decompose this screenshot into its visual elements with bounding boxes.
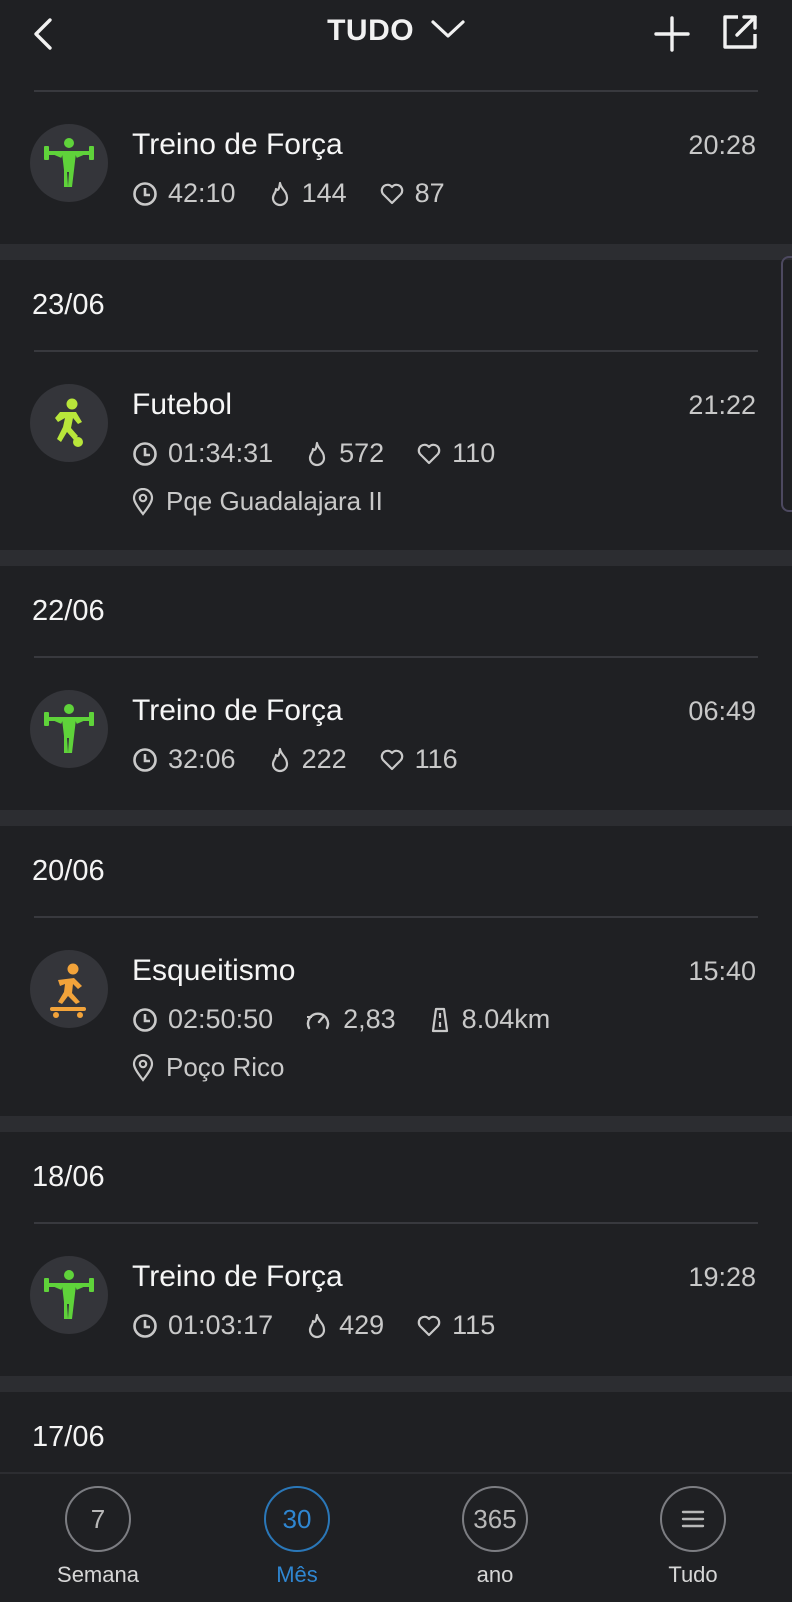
tab-year[interactable]: 365 ano: [425, 1486, 565, 1588]
workout-entry[interactable]: Esqueitismo 15:40 02:50:50 2,83 8.04km P…: [0, 918, 792, 1116]
group-separator: [0, 1116, 792, 1132]
skateboard-icon: [30, 950, 108, 1028]
duration-stat: 01:34:31: [132, 438, 273, 469]
speed-stat: 2,83: [305, 1004, 396, 1035]
clock-icon: [133, 441, 157, 466]
clock-icon: [133, 1313, 157, 1338]
duration-stat: 42:10: [132, 178, 236, 209]
activity-name: Esqueitismo: [132, 954, 296, 987]
strength-icon: [30, 1256, 108, 1334]
page-title: TUDO: [327, 14, 415, 47]
bottom-nav: 7 Semana 30 Mês 365 ano Tudo: [0, 1472, 792, 1602]
heart-icon: [380, 749, 403, 770]
workout-entry[interactable]: Futebol 21:22 01:34:31 572 110 Pqe Guada…: [0, 352, 792, 550]
activity-time: 15:40: [688, 956, 756, 986]
group-date: 18/06: [32, 1161, 105, 1193]
workout-entry[interactable]: Treino de Força 06:49 32:06 222 116: [0, 658, 792, 810]
clock-icon: [133, 747, 157, 772]
workout-entry[interactable]: Treino de Força 20:28 42:10 144 87: [0, 92, 792, 244]
group-separator: [0, 244, 792, 260]
week-ring: 7: [65, 1486, 131, 1552]
activity-name: Treino de Força: [132, 1260, 343, 1293]
activity-name: Treino de Força: [132, 694, 343, 727]
distance-stat: 8.04km: [428, 1004, 550, 1035]
speed-icon: [306, 1011, 330, 1029]
heart-icon: [380, 183, 403, 204]
plus-icon[interactable]: [652, 14, 692, 54]
flame-icon: [271, 181, 288, 206]
stats-row: 01:03:17 429 115: [132, 1310, 527, 1341]
external-link-icon[interactable]: [720, 12, 760, 52]
calories-stat: 222: [268, 744, 347, 775]
workout-group: 20/06 Esqueitismo 15:40 02:50:50 2,83 8.…: [0, 826, 792, 1116]
heart-rate-stat: 115: [416, 1310, 495, 1341]
stats-row: 42:10 144 87: [132, 178, 477, 209]
road-icon: [431, 1007, 448, 1032]
workout-group: 23/06 Futebol 21:22 01:34:31 572 110 Pqe…: [0, 260, 792, 550]
flame-icon: [309, 1313, 326, 1338]
group-date: 22/06: [32, 595, 105, 627]
group-separator: [0, 1376, 792, 1392]
group-date: 23/06: [32, 289, 105, 321]
clock-icon: [133, 1007, 157, 1032]
top-bar: TUDO: [0, 0, 792, 90]
stats-row: 02:50:50 2,83 8.04km: [132, 1004, 582, 1035]
workout-group: 18/06 Treino de Força 19:28 01:03:17 429…: [0, 1132, 792, 1376]
tab-week[interactable]: 7 Semana: [28, 1486, 168, 1588]
location: Poço Rico: [132, 1052, 285, 1083]
calories-stat: 144: [268, 178, 347, 209]
workout-list: Treino de Força 20:28 42:10 144 87 23/06: [0, 90, 792, 1472]
strength-icon: [30, 124, 108, 202]
heart-icon: [417, 1315, 441, 1336]
chevron-down-icon: [431, 20, 465, 38]
tab-month[interactable]: 30 Mês: [227, 1486, 367, 1588]
heart-rate-stat: 110: [416, 438, 495, 469]
location: Pqe Guadalajara II: [132, 486, 383, 517]
workout-group: 22/06 Treino de Força 06:49 32:06 222 11…: [0, 566, 792, 810]
tab-label: Semana: [57, 1562, 139, 1587]
activity-time: 19:28: [688, 1262, 756, 1292]
activity-name: Treino de Força: [132, 128, 343, 161]
group-date: 17/06: [32, 1421, 105, 1453]
menu-icon: [660, 1486, 726, 1552]
heart-icon: [417, 443, 441, 464]
group-separator: [0, 550, 792, 566]
activity-time: 06:49: [688, 696, 756, 726]
clock-icon: [133, 181, 157, 206]
heart-rate-stat: 87: [379, 178, 445, 209]
tab-label: ano: [476, 1562, 514, 1587]
duration-stat: 01:03:17: [132, 1310, 273, 1341]
location-pin-icon: [132, 1053, 154, 1082]
group-date: 20/06: [32, 855, 105, 887]
scrollbar[interactable]: [781, 256, 792, 512]
tab-all[interactable]: Tudo: [623, 1486, 763, 1588]
workout-group: 17/06: [0, 1392, 792, 1472]
flame-icon: [271, 747, 288, 772]
duration-stat: 02:50:50: [132, 1004, 273, 1035]
calories-stat: 429: [305, 1310, 384, 1341]
tab-label: Tudo: [668, 1562, 718, 1587]
duration-stat: 32:06: [132, 744, 236, 775]
heart-rate-stat: 116: [379, 744, 458, 775]
workout-entry[interactable]: Treino de Força 19:28 01:03:17 429 115: [0, 1224, 792, 1376]
location-pin-icon: [132, 487, 154, 516]
workout-group: Treino de Força 20:28 42:10 144 87: [0, 90, 792, 244]
activity-name: Futebol: [132, 388, 233, 421]
strength-icon: [30, 690, 108, 768]
group-separator: [0, 810, 792, 826]
year-ring: 365: [462, 1486, 528, 1552]
calories-stat: 572: [305, 438, 384, 469]
activity-time: 20:28: [688, 130, 756, 160]
month-ring: 30: [264, 1486, 330, 1552]
activity-time: 21:22: [688, 390, 756, 420]
stats-row: 01:34:31 572 110: [132, 438, 527, 469]
tab-label: Mês: [276, 1562, 318, 1587]
stats-row: 32:06 222 116: [132, 744, 490, 775]
flame-icon: [309, 441, 326, 466]
soccer-icon: [30, 384, 108, 462]
